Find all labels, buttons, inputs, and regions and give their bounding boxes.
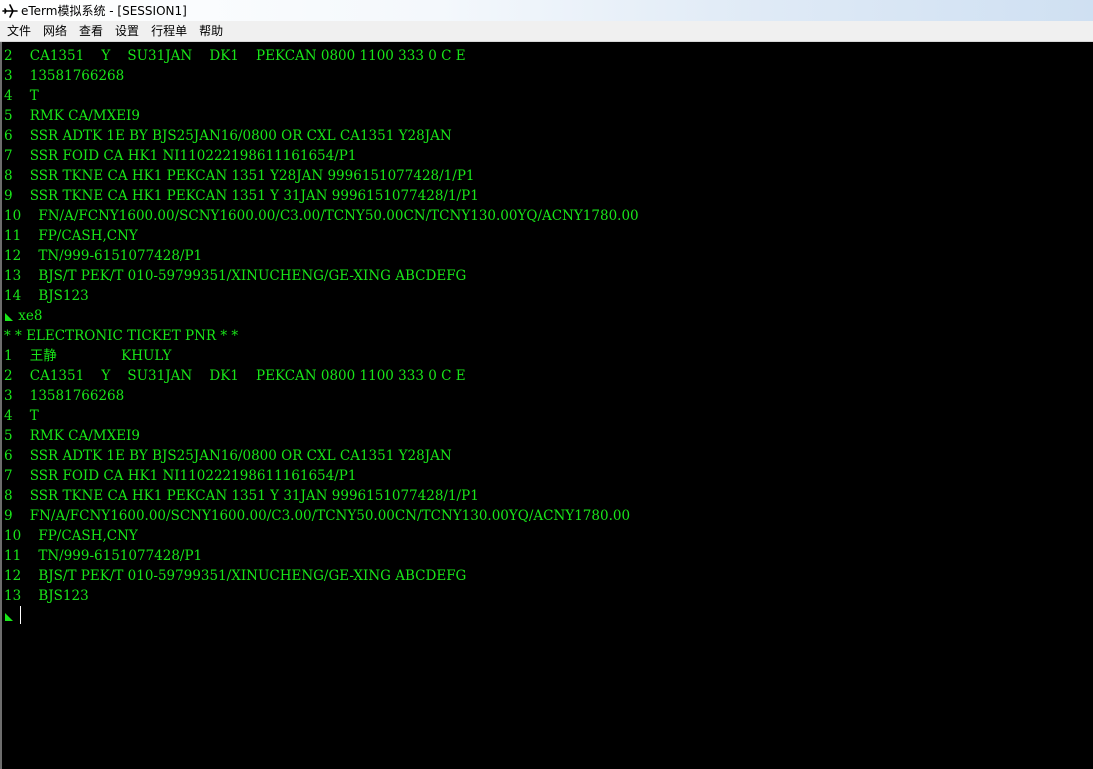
terminal-line: 8 SSR TKNE CA HK1 PEKCAN 1351 Y 31JAN 99… xyxy=(4,486,639,506)
terminal-line: 2 CA1351 Y SU31JAN DK1 PEKCAN 0800 1100 … xyxy=(4,46,639,66)
terminal-line-text: 13 BJS123 xyxy=(4,588,89,604)
terminal-line-text: 11 FP/CASH,CNY xyxy=(4,228,138,244)
terminal-line-text: 9 SSR TKNE CA HK1 PEKCAN 1351 Y 31JAN 99… xyxy=(4,188,479,204)
terminal-line: 7 SSR FOID CA HK1 NI110222198611161654/P… xyxy=(4,146,639,166)
text-cursor xyxy=(20,606,21,624)
terminal-line-text: 3 13581766268 xyxy=(4,388,125,404)
terminal-line-text: 3 13581766268 xyxy=(4,68,125,84)
terminal-line: * * ELECTRONIC TICKET PNR * * xyxy=(4,326,639,346)
terminal-line: 6 SSR ADTK 1E BY BJS25JAN16/0800 OR CXL … xyxy=(4,446,639,466)
terminal-line: 14 BJS123 xyxy=(4,286,639,306)
terminal-line: 6 SSR ADTK 1E BY BJS25JAN16/0800 OR CXL … xyxy=(4,126,639,146)
terminal-line-text: 7 SSR FOID CA HK1 NI110222198611161654/P… xyxy=(4,468,357,484)
terminal-line-text: 2 CA1351 Y SU31JAN DK1 PEKCAN 0800 1100 … xyxy=(4,48,466,64)
terminal-line-text: 6 SSR ADTK 1E BY BJS25JAN16/0800 OR CXL … xyxy=(4,128,452,144)
terminal-line-text: 6 SSR ADTK 1E BY BJS25JAN16/0800 OR CXL … xyxy=(4,448,452,464)
terminal-line-text: 10 FN/A/FCNY1600.00/SCNY1600.00/C3.00/TC… xyxy=(4,208,639,224)
terminal-line: 8 SSR TKNE CA HK1 PEKCAN 1351 Y28JAN 999… xyxy=(4,166,639,186)
terminal-line: 9 SSR TKNE CA HK1 PEKCAN 1351 Y 31JAN 99… xyxy=(4,186,639,206)
terminal-line-text: 7 SSR FOID CA HK1 NI110222198611161654/P… xyxy=(4,148,357,164)
terminal-line-text: 10 FP/CASH,CNY xyxy=(4,528,138,544)
terminal-line-text: 5 RMK CA/MXEI9 xyxy=(4,428,140,444)
title-bar[interactable]: eTerm模拟系统 - [SESSION1] xyxy=(0,0,1093,21)
terminal-line-text: 9 FN/A/FCNY1600.00/SCNY1600.00/C3.00/TCN… xyxy=(4,508,631,524)
terminal-line-text: 12 BJS/T PEK/T 010-59799351/XINUCHENG/GE… xyxy=(4,568,467,584)
terminal-line: 4 T xyxy=(4,86,639,106)
menu-view[interactable]: 查看 xyxy=(73,21,109,41)
terminal-line: 5 RMK CA/MXEI9 xyxy=(4,426,639,446)
terminal-line: 13 BJS/T PEK/T 010-59799351/XINUCHENG/GE… xyxy=(4,266,639,286)
terminal-line-text: 4 T xyxy=(4,408,39,424)
prompt-marker-icon xyxy=(4,308,14,322)
terminal-line-text: 11 TN/999-6151077428/P1 xyxy=(4,548,203,564)
terminal-line: 10 FP/CASH,CNY xyxy=(4,526,639,546)
terminal-line: 2 CA1351 Y SU31JAN DK1 PEKCAN 0800 1100 … xyxy=(4,366,639,386)
terminal-line: 9 FN/A/FCNY1600.00/SCNY1600.00/C3.00/TCN… xyxy=(4,506,639,526)
airplane-icon xyxy=(1,2,19,20)
menu-bar: 文件 网络 查看 设置 行程单 帮助 xyxy=(0,21,1093,42)
terminal-output: 2 CA1351 Y SU31JAN DK1 PEKCAN 0800 1100 … xyxy=(4,46,639,626)
terminal-line: 3 13581766268 xyxy=(4,386,639,406)
terminal-line-text: xe8 xyxy=(14,308,43,324)
terminal-line-text: * * ELECTRONIC TICKET PNR * * xyxy=(4,328,239,344)
menu-help[interactable]: 帮助 xyxy=(193,21,229,41)
terminal-line: 13 BJS123 xyxy=(4,586,639,606)
terminal-line: 11 FP/CASH,CNY xyxy=(4,226,639,246)
menu-itinerary[interactable]: 行程单 xyxy=(145,21,193,41)
etem-window: eTerm模拟系统 - [SESSION1] 文件 网络 查看 设置 行程单 帮… xyxy=(0,0,1093,769)
terminal-line: 3 13581766268 xyxy=(4,66,639,86)
terminal-line-text: 8 SSR TKNE CA HK1 PEKCAN 1351 Y 31JAN 99… xyxy=(4,488,479,504)
terminal-line-text: 2 CA1351 Y SU31JAN DK1 PEKCAN 0800 1100 … xyxy=(4,368,466,384)
terminal-line: 12 TN/999-6151077428/P1 xyxy=(4,246,639,266)
terminal-line-text: 13 BJS/T PEK/T 010-59799351/XINUCHENG/GE… xyxy=(4,268,467,284)
terminal-line: 4 T xyxy=(4,406,639,426)
terminal-line: 1 王静 KHULY xyxy=(4,346,639,366)
menu-settings[interactable]: 设置 xyxy=(109,21,145,41)
terminal-line xyxy=(4,606,639,626)
prompt-marker-icon xyxy=(4,608,14,622)
terminal-line-text: 8 SSR TKNE CA HK1 PEKCAN 1351 Y28JAN 999… xyxy=(4,168,475,184)
window-title: eTerm模拟系统 - [SESSION1] xyxy=(21,4,187,18)
terminal-line: 11 TN/999-6151077428/P1 xyxy=(4,546,639,566)
terminal-line: 5 RMK CA/MXEI9 xyxy=(4,106,639,126)
menu-network[interactable]: 网络 xyxy=(37,21,73,41)
terminal-line: 7 SSR FOID CA HK1 NI110222198611161654/P… xyxy=(4,466,639,486)
terminal-line: xe8 xyxy=(4,306,639,326)
terminal-line: 12 BJS/T PEK/T 010-59799351/XINUCHENG/GE… xyxy=(4,566,639,586)
terminal-line-text: 5 RMK CA/MXEI9 xyxy=(4,108,140,124)
terminal-line: 10 FN/A/FCNY1600.00/SCNY1600.00/C3.00/TC… xyxy=(4,206,639,226)
terminal-line-text: 1 王静 KHULY xyxy=(4,348,172,364)
menu-file[interactable]: 文件 xyxy=(0,21,37,41)
terminal-screen[interactable]: 2 CA1351 Y SU31JAN DK1 PEKCAN 0800 1100 … xyxy=(0,42,1093,769)
terminal-line-text: 4 T xyxy=(4,88,39,104)
terminal-line-text: 14 BJS123 xyxy=(4,288,89,304)
terminal-line-text: 12 TN/999-6151077428/P1 xyxy=(4,248,203,264)
